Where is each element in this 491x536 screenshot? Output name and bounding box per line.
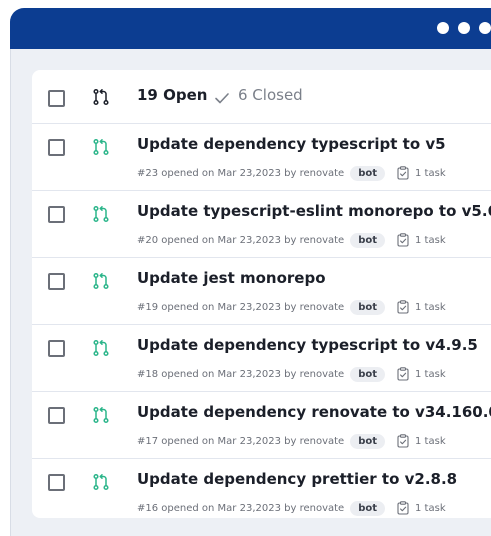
clipboard-check-icon xyxy=(397,233,409,247)
pull-request-title[interactable]: Update dependency typescript to v4.9.5 xyxy=(137,336,478,354)
task-count: 1 task xyxy=(415,301,446,313)
task-count: 1 task xyxy=(415,368,446,380)
pull-request-title[interactable]: Update dependency renovate to v34.160.0 xyxy=(137,403,491,421)
clipboard-check-icon xyxy=(397,434,409,448)
pull-request-row[interactable]: Update dependency typescript to v5 #23 o… xyxy=(32,124,491,191)
row-checkbox[interactable] xyxy=(48,206,65,223)
git-pull-request-open-icon xyxy=(93,205,109,223)
bot-badge: bot xyxy=(350,433,386,449)
pull-request-meta-text: #17 opened on Mar 23,2023 by renovate xyxy=(137,435,345,447)
pull-request-row[interactable]: Update dependency typescript to v4.9.5 #… xyxy=(32,325,491,392)
pull-request-row[interactable]: Update dependency prettier to v2.8.8 #16… xyxy=(32,459,491,518)
pull-request-meta: #19 opened on Mar 23,2023 by renovate bo… xyxy=(137,297,446,317)
pull-request-meta-text: #23 opened on Mar 23,2023 by renovate xyxy=(137,167,345,179)
row-checkbox[interactable] xyxy=(48,273,65,290)
clipboard-check-icon xyxy=(397,300,409,314)
pull-request-row[interactable]: Update jest monorepo #19 opened on Mar 2… xyxy=(32,258,491,325)
pull-request-meta-text: #19 opened on Mar 23,2023 by renovate xyxy=(137,301,345,313)
git-pull-request-icon xyxy=(93,88,109,106)
git-pull-request-open-icon xyxy=(93,272,109,290)
task-count: 1 task xyxy=(415,502,446,514)
row-checkbox[interactable] xyxy=(48,474,65,491)
pull-request-meta: #23 opened on Mar 23,2023 by renovate bo… xyxy=(137,163,446,183)
pull-request-meta-text: #18 opened on Mar 23,2023 by renovate xyxy=(137,368,345,380)
pull-request-meta-text: #20 opened on Mar 23,2023 by renovate xyxy=(137,234,345,246)
row-checkbox[interactable] xyxy=(48,139,65,156)
task-count: 1 task xyxy=(415,167,446,179)
pull-request-row[interactable]: Update dependency renovate to v34.160.0 … xyxy=(32,392,491,459)
pull-request-title[interactable]: Update dependency typescript to v5 xyxy=(137,135,446,153)
git-pull-request-open-icon xyxy=(93,406,109,424)
git-pull-request-open-icon xyxy=(93,339,109,357)
pull-request-meta-text: #16 opened on Mar 23,2023 by renovate xyxy=(137,502,345,514)
pull-request-meta: #20 opened on Mar 23,2023 by renovate bo… xyxy=(137,230,446,250)
bot-badge: bot xyxy=(350,232,386,248)
git-pull-request-open-icon xyxy=(93,473,109,491)
git-pull-request-open-icon xyxy=(93,138,109,156)
window-dot-icon[interactable] xyxy=(437,22,449,34)
clipboard-check-icon xyxy=(397,166,409,180)
window-controls xyxy=(437,22,491,34)
pull-request-meta: #16 opened on Mar 23,2023 by renovate bo… xyxy=(137,498,446,518)
row-checkbox[interactable] xyxy=(48,340,65,357)
checkmark-icon xyxy=(215,93,229,104)
bot-badge: bot xyxy=(350,299,386,315)
clipboard-check-icon xyxy=(397,367,409,381)
pull-request-title[interactable]: Update typescript-eslint monorepo to v5.… xyxy=(137,202,491,220)
window-left-border xyxy=(10,49,11,536)
window-dot-icon[interactable] xyxy=(479,22,491,34)
task-count: 1 task xyxy=(415,234,446,246)
list-header: 19 Open 6 Closed xyxy=(32,70,491,124)
pull-request-list: 19 Open 6 Closed Update dependency types… xyxy=(32,70,491,518)
title-bar xyxy=(10,8,491,49)
bot-badge: bot xyxy=(350,500,386,516)
task-count: 1 task xyxy=(415,435,446,447)
pull-request-title[interactable]: Update dependency prettier to v2.8.8 xyxy=(137,470,457,488)
select-all-checkbox[interactable] xyxy=(48,90,65,107)
pull-request-meta: #17 opened on Mar 23,2023 by renovate bo… xyxy=(137,431,446,451)
pull-request-row[interactable]: Update typescript-eslint monorepo to v5.… xyxy=(32,191,491,258)
bot-badge: bot xyxy=(350,366,386,382)
window-dot-icon[interactable] xyxy=(458,22,470,34)
bot-badge: bot xyxy=(350,165,386,181)
app-window: 19 Open 6 Closed Update dependency types… xyxy=(10,8,491,536)
pull-request-meta: #18 opened on Mar 23,2023 by renovate bo… xyxy=(137,364,446,384)
pull-request-title[interactable]: Update jest monorepo xyxy=(137,269,326,287)
open-tab[interactable]: 19 Open xyxy=(137,86,207,104)
clipboard-check-icon xyxy=(397,501,409,515)
closed-tab[interactable]: 6 Closed xyxy=(238,86,303,104)
row-checkbox[interactable] xyxy=(48,407,65,424)
